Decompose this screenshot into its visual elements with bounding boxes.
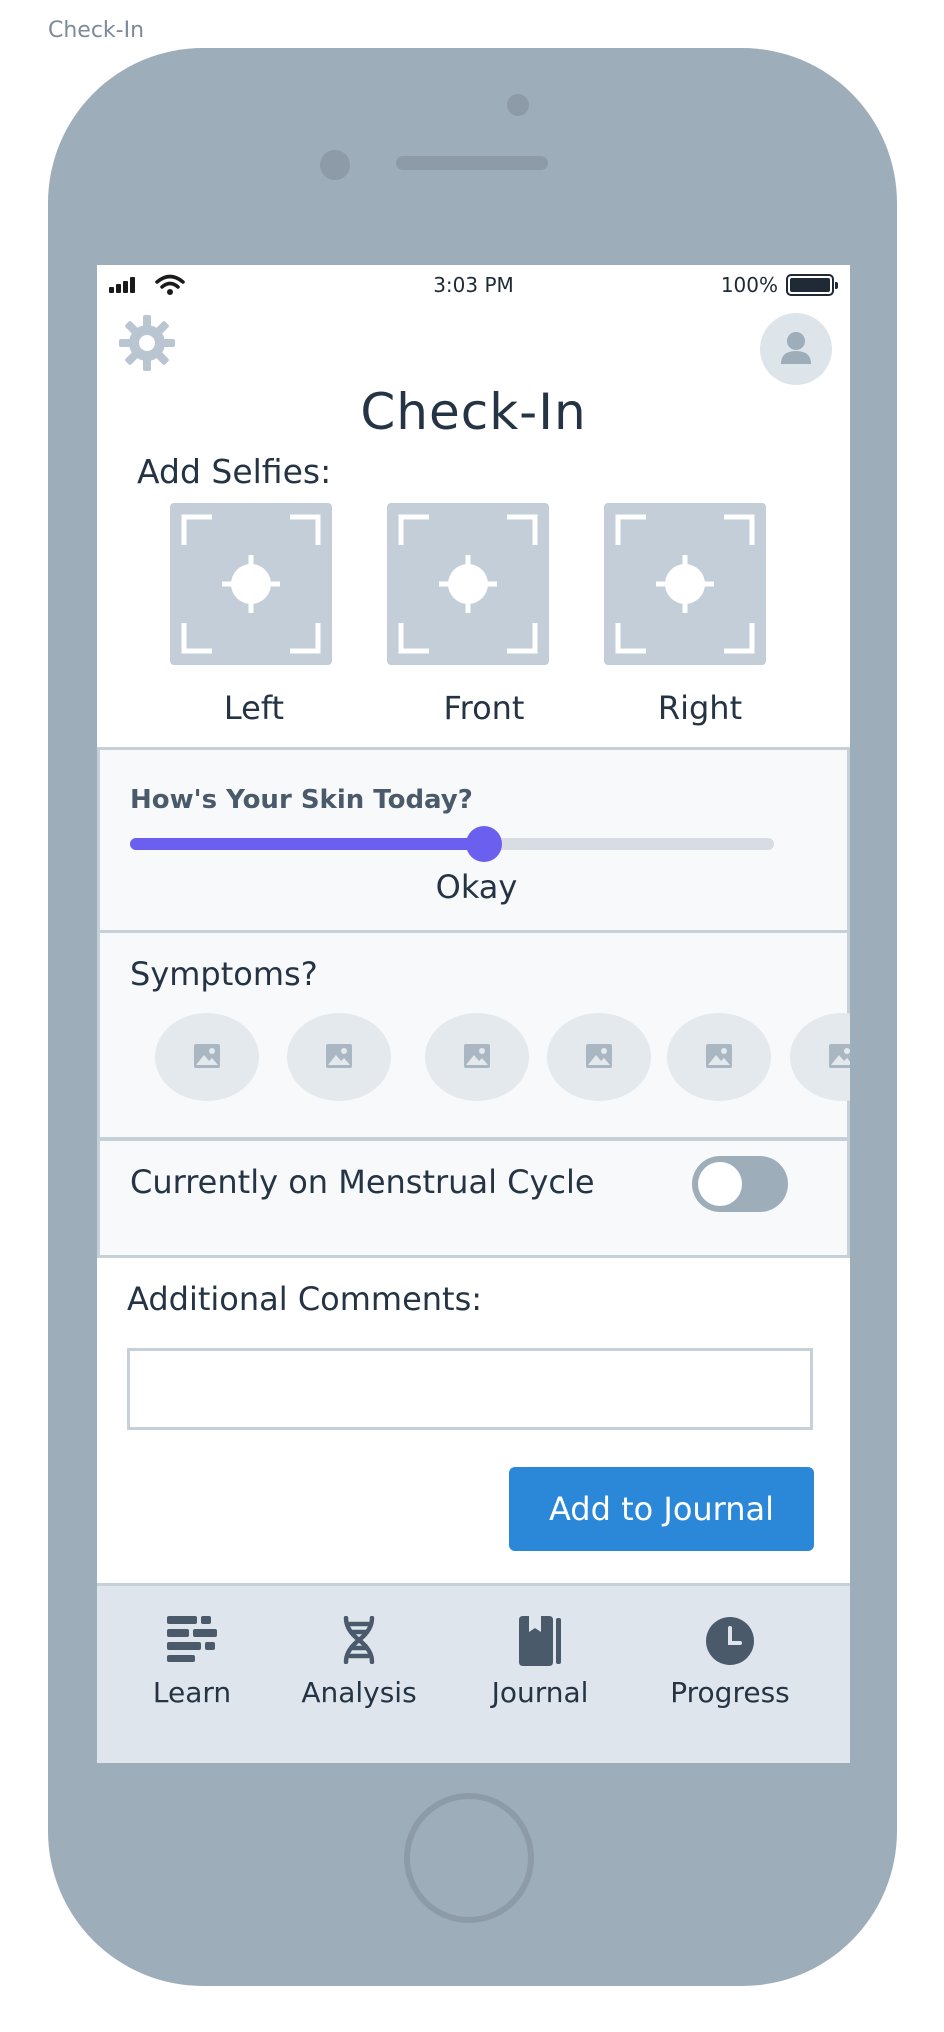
tab-journal-label: Journal [491,1676,589,1709]
proximity-sensor [320,150,350,180]
image-icon [829,1044,850,1068]
user-icon [781,332,811,364]
earpiece-speaker [396,156,548,170]
menstrual-section: Currently on Menstrual Cycle [97,1138,850,1258]
symptoms-label: Symptoms? [130,955,318,993]
selfie-slot-left[interactable] [170,503,332,665]
learn-icon [167,1616,217,1662]
menstrual-toggle[interactable] [692,1156,788,1212]
slider-thumb[interactable] [466,826,503,862]
tab-progress-label: Progress [670,1676,790,1709]
tab-analysis-label: Analysis [301,1676,417,1709]
tab-journal[interactable]: Journal [455,1586,625,1763]
symptom-chip[interactable] [155,1013,259,1101]
camera-focus-icon [398,514,538,654]
battery-icon [786,274,838,296]
profile-button[interactable] [760,313,832,385]
home-button[interactable] [404,1793,534,1923]
image-icon [194,1044,220,1068]
camera-focus-icon [181,514,321,654]
skin-question: How's Your Skin Today? [130,785,473,815]
tab-progress[interactable]: Progress [645,1586,815,1763]
app-screen: 3:03 PM 100% Check-In Add Selfies: Left … [97,265,850,1763]
selfie-label-right: Right [657,689,743,727]
tab-analysis[interactable]: Analysis [274,1586,444,1763]
image-icon [326,1044,352,1068]
comments-label: Additional Comments: [127,1280,483,1318]
symptom-chip[interactable] [667,1013,771,1101]
camera-focus-icon [615,514,755,654]
selfie-label-front: Front [443,689,525,727]
symptom-chip[interactable] [287,1013,391,1101]
skin-value-label: Okay [435,868,518,906]
selfie-label-left: Left [223,689,285,727]
book-icon [519,1616,561,1666]
dna-icon [343,1616,375,1664]
image-icon [464,1044,490,1068]
image-icon [586,1044,612,1068]
slider-fill [130,838,485,850]
bottom-tab-bar: Learn Analysis Journal Progress [97,1583,850,1763]
symptom-chip[interactable] [547,1013,651,1101]
battery-percent: 100% [720,273,778,297]
tab-learn-label: Learn [152,1676,232,1709]
symptom-chip[interactable] [425,1013,529,1101]
add-to-journal-button[interactable]: Add to Journal [509,1467,814,1551]
tab-learn[interactable]: Learn [107,1586,277,1763]
artboard-label: Check-In [48,18,145,43]
menstrual-label: Currently on Menstrual Cycle [130,1163,595,1201]
selfie-slot-right[interactable] [604,503,766,665]
page-title: Check-In [360,383,587,441]
symptom-chip[interactable] [790,1013,850,1101]
selfie-slot-front[interactable] [387,503,549,665]
skin-slider[interactable] [130,826,774,862]
status-bar: 3:03 PM 100% [97,265,850,305]
image-icon [706,1044,732,1068]
front-camera [507,94,529,116]
clock-icon [706,1617,754,1665]
skin-rating-section: How's Your Skin Today? Okay [97,747,850,933]
comments-input[interactable] [127,1348,813,1430]
symptoms-section: Symptoms? [97,930,850,1140]
gear-icon[interactable] [117,313,177,373]
toggle-knob [698,1162,742,1206]
add-selfies-label: Add Selfies: [137,452,332,491]
